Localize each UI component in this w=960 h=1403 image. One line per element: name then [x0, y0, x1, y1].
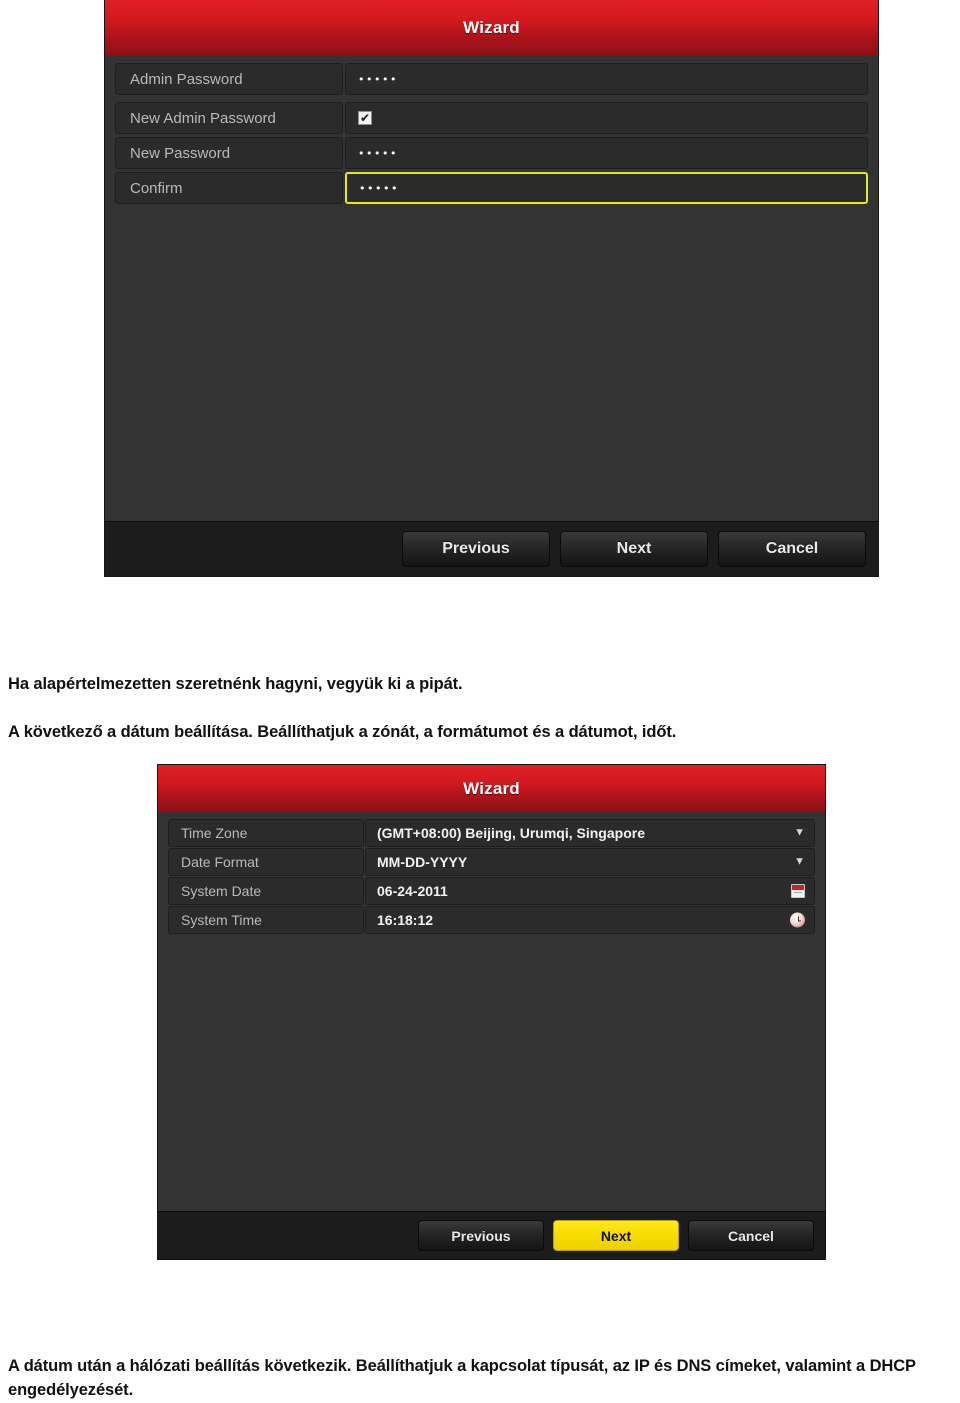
- previous-button[interactable]: Previous: [402, 531, 550, 567]
- chevron-down-icon[interactable]: ▼: [794, 856, 805, 868]
- paragraph-date-intro: A következő a dátum beállítása. Beállíth…: [8, 722, 677, 741]
- row-system-date: System Date 06-24-2011: [168, 877, 815, 905]
- label-time-zone: Time Zone: [168, 819, 364, 847]
- dialog-footer-datetime: Previous Next Cancel: [158, 1211, 825, 1259]
- cancel-button[interactable]: Cancel: [688, 1220, 814, 1251]
- label-admin-password: Admin Password: [115, 63, 343, 95]
- label-new-admin-password: New Admin Password: [115, 102, 343, 134]
- input-admin-password[interactable]: •••••: [345, 63, 868, 95]
- row-system-time: System Time 16:18:12: [168, 906, 815, 934]
- row-date-format: Date Format MM-DD-YYYY ▼: [168, 848, 815, 876]
- input-new-password[interactable]: •••••: [345, 137, 868, 169]
- dialog-title-text: Wizard: [463, 17, 520, 37]
- calendar-icon[interactable]: [791, 884, 805, 898]
- row-new-admin-password: New Admin Password ✔: [115, 102, 868, 134]
- label-system-time: System Time: [168, 906, 364, 934]
- row-admin-password: Admin Password •••••: [115, 63, 868, 95]
- form-rows: Admin Password ••••• New Admin Password …: [105, 55, 878, 204]
- dialog-title-text-datetime: Wizard: [463, 778, 520, 798]
- row-new-password: New Password •••••: [115, 137, 868, 169]
- dialog-title-bar-datetime: Wizard: [158, 765, 825, 812]
- admin-password-masked-value: •••••: [358, 72, 398, 86]
- checkbox-new-admin-password[interactable]: ✔: [358, 111, 372, 125]
- paragraph-network-intro: A dátum után a hálózati beállítás követk…: [8, 1356, 916, 1400]
- row-time-zone: Time Zone (GMT+08:00) Beijing, Urumqi, S…: [168, 819, 815, 847]
- label-new-password: New Password: [115, 137, 343, 169]
- form-rows-datetime: Time Zone (GMT+08:00) Beijing, Urumqi, S…: [158, 812, 825, 934]
- previous-button[interactable]: Previous: [418, 1220, 544, 1251]
- dialog-body: Admin Password ••••• New Admin Password …: [105, 55, 878, 521]
- cancel-button[interactable]: Cancel: [718, 531, 866, 567]
- confirm-password-masked-value: •••••: [359, 181, 399, 195]
- chevron-down-icon[interactable]: ▼: [794, 827, 805, 839]
- label-system-date: System Date: [168, 877, 364, 905]
- row-confirm-password: Confirm •••••: [115, 172, 868, 204]
- dialog-title-bar: Wizard: [105, 0, 878, 55]
- admin-password-group: Admin Password •••••: [115, 63, 868, 95]
- system-time-value: 16:18:12: [377, 912, 434, 928]
- dialog-footer: Previous Next Cancel: [105, 521, 878, 576]
- wizard-dialog-password: Wizard Admin Password ••••• New Admin Pa…: [105, 0, 878, 576]
- wizard-dialog-datetime: Wizard Time Zone (GMT+08:00) Beijing, Ur…: [158, 765, 825, 1259]
- select-time-zone[interactable]: (GMT+08:00) Beijing, Urumqi, Singapore ▼: [365, 819, 815, 847]
- next-button[interactable]: Next: [560, 531, 708, 567]
- select-date-format[interactable]: MM-DD-YYYY ▼: [365, 848, 815, 876]
- dialog-body-datetime: Time Zone (GMT+08:00) Beijing, Urumqi, S…: [158, 812, 825, 1211]
- paragraph-checkbox-hint: Ha alapértelmezetten szeretnénk hagyni, …: [8, 674, 463, 693]
- next-button[interactable]: Next: [553, 1220, 679, 1251]
- field-new-admin-password[interactable]: ✔: [345, 102, 868, 134]
- date-format-value: MM-DD-YYYY: [377, 854, 468, 870]
- time-zone-value: (GMT+08:00) Beijing, Urumqi, Singapore: [377, 825, 645, 841]
- label-date-format: Date Format: [168, 848, 364, 876]
- new-password-masked-value: •••••: [358, 146, 398, 160]
- clock-icon[interactable]: [790, 912, 805, 928]
- input-system-date[interactable]: 06-24-2011: [365, 877, 815, 905]
- system-date-value: 06-24-2011: [377, 883, 448, 899]
- label-confirm-password: Confirm: [115, 172, 343, 204]
- input-system-time[interactable]: 16:18:12: [365, 906, 815, 934]
- input-confirm-password[interactable]: •••••: [345, 172, 868, 204]
